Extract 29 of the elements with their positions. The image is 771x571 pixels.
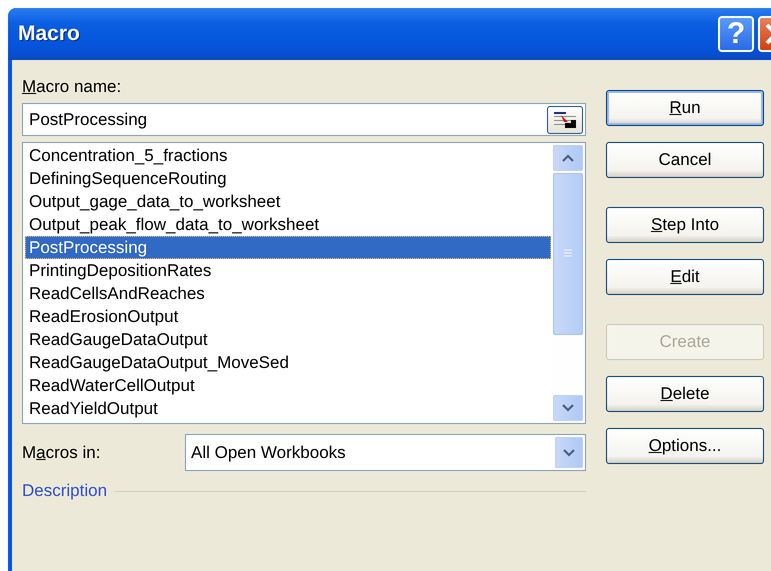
macro-list-item[interactable]: Output_peak_flow_data_to_worksheet	[25, 213, 551, 236]
macro-list-item[interactable]: PostProcessing	[25, 236, 551, 259]
macro-name-label: Macro name:	[22, 76, 122, 98]
macro-list-item[interactable]: ReadGaugeDataOutput	[25, 328, 551, 351]
dialog-button[interactable]: Delete	[606, 376, 764, 412]
macro-list-item[interactable]: ReadWaterCellOutput	[25, 374, 551, 397]
macro-list-item[interactable]: ReadYieldOutput	[25, 397, 551, 420]
scroll-up-button[interactable]	[553, 145, 583, 171]
dialog-button[interactable]: Step Into	[606, 207, 764, 243]
macro-list-item[interactable]: PrintingDepositionRates	[25, 259, 551, 282]
macros-in-dropdown[interactable]: All Open Workbooks	[185, 434, 586, 471]
collapse-dialog-icon	[553, 110, 577, 130]
collapse-dialog-button[interactable]	[547, 106, 583, 134]
macro-list-item[interactable]: ReadGaugeDataOutput_MoveSed	[25, 351, 551, 374]
dialog-button[interactable]: Run	[606, 90, 764, 126]
dialog-button[interactable]: Edit	[606, 259, 764, 295]
macro-list-item[interactable]: ReadCellsAndReaches	[25, 282, 551, 305]
macro-list-item[interactable]: ReadErosionOutput	[25, 305, 551, 328]
macro-name-field[interactable]: PostProcessing	[22, 103, 586, 136]
dialog-button[interactable]: Cancel	[606, 142, 764, 178]
scrollbar-thumb[interactable]	[553, 173, 583, 335]
macro-list-item[interactable]: Output_gage_data_to_worksheet	[25, 190, 551, 213]
macro-list-item[interactable]: DefiningSequenceRouting	[25, 167, 551, 190]
macro-list-item[interactable]: Concentration_5_fractions	[25, 144, 551, 167]
scroll-down-button[interactable]	[553, 395, 583, 421]
macros-in-label: Macros in:	[22, 442, 102, 464]
description-label: Description	[22, 481, 108, 501]
window-title: Macro	[18, 22, 81, 46]
dialog-button[interactable]: Options...	[606, 428, 764, 464]
